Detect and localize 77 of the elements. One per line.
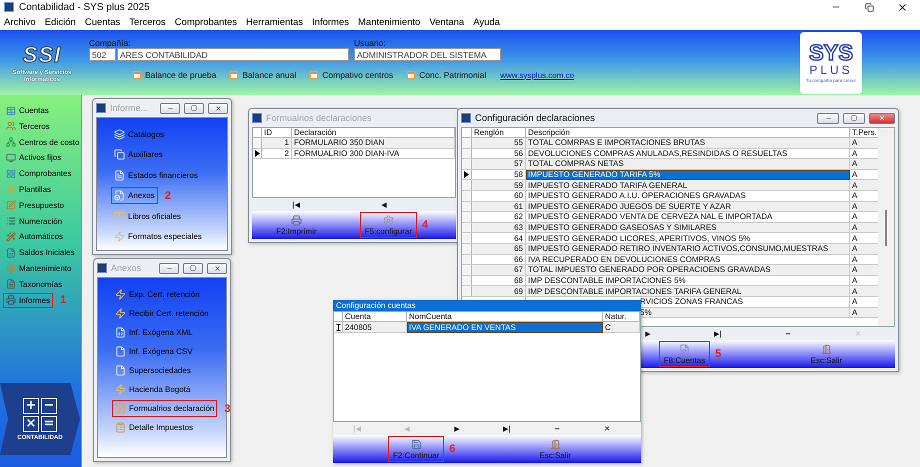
sidebar-item[interactable]: Numeración (3, 214, 66, 229)
menu-item[interactable]: Ventana (429, 16, 464, 28)
column-header[interactable]: Natur. (603, 312, 640, 322)
callout-number: 6 (449, 443, 456, 455)
sidebar-item[interactable]: Presupuesto (3, 198, 67, 213)
menu-item[interactable]: Detalle Impuestos (112, 419, 196, 436)
brand-name: PLUS (809, 64, 853, 78)
menu-item[interactable]: Recibir Cert. retención (112, 305, 212, 322)
menu-item[interactable]: Supersociedades (112, 362, 194, 379)
menu-item[interactable]: Estados financieros (111, 166, 201, 184)
sidebar-item[interactable]: Taxonomías (3, 276, 66, 292)
menu-item[interactable]: Ayuda (473, 16, 500, 28)
window-title: Informe... (110, 103, 150, 113)
column-header[interactable]: Declaración (292, 128, 455, 138)
callout-number: 3 (224, 402, 230, 414)
calculator-key: + (23, 398, 39, 414)
sidebar-item[interactable]: Saldos Iniciales (3, 245, 78, 260)
sidebar-item[interactable]: Plantillas (3, 182, 54, 197)
menu-item[interactable]: Comprobantes (174, 16, 237, 28)
toolbar-button[interactable]: Esc:Salir (806, 341, 848, 367)
table-cell: IMPUESTO GENERADO TARIFA 5% (526, 170, 850, 180)
table-cell: FORMUALRIO 300 DIAN-IVA (292, 148, 455, 159)
menu-item[interactable]: Hacienda Bogotá (112, 381, 194, 398)
callout-number: 4 (422, 219, 428, 231)
calculator-key: − (41, 398, 57, 414)
column-header[interactable]: Descripción (526, 128, 850, 138)
shortcut-link[interactable]: Compativo centros (310, 70, 394, 80)
sidebar-item[interactable]: Terceros (3, 118, 53, 134)
menu-item[interactable]: Inf. Exógena CSV (112, 343, 196, 360)
website-link[interactable]: www.sysplus.com.co (500, 70, 574, 80)
shortcut-link[interactable]: Conc. Patrimonial (407, 70, 486, 80)
field-label: Compañía: (89, 38, 132, 48)
company-code-field[interactable]: 502 (89, 48, 116, 61)
sidebar-item[interactable]: Centros de costo (3, 134, 82, 150)
column-header[interactable]: Cuenta (343, 312, 407, 322)
menu-item[interactable]: Inf. Exógena XML (112, 324, 196, 341)
sidebar-item[interactable]: Mantenimiento (3, 260, 74, 276)
company-name-field[interactable]: ARES CONTABILIDAD (117, 48, 349, 61)
callout-number: 5 (715, 348, 722, 360)
column-header[interactable]: ID (262, 128, 292, 138)
menu-item[interactable]: Auxiliares (111, 146, 166, 164)
user-field[interactable]: ADMINISTRADOR DEL SISTEMA (354, 48, 501, 61)
shortcut-link[interactable]: Balance de prueba (133, 70, 216, 80)
window-title: Anexos (111, 263, 142, 273)
calculator-key: = (41, 416, 57, 432)
window-title: Contabilidad - SYS plus 2025 (19, 2, 151, 12)
menu-item[interactable]: Edición (44, 16, 76, 28)
sidebar-item[interactable]: Comprobantes (3, 166, 74, 182)
field-label: Usuario: (354, 38, 387, 48)
menu-item[interactable]: Informes (312, 16, 349, 28)
menu-item[interactable]: Archivo (4, 16, 36, 28)
window-title: Configuración declaraciones (475, 112, 596, 124)
column-header[interactable]: T.Pers. (850, 128, 880, 138)
toolbar-button[interactable]: Esc:Salir (534, 436, 576, 462)
callout-number: 2 (164, 190, 171, 202)
callout-number: 1 (60, 294, 66, 306)
window-title: Formualrios declaraciones (266, 113, 373, 123)
logo-text: SSI (22, 42, 62, 68)
menu-item[interactable]: Cuentas (84, 16, 120, 28)
menu-item[interactable]: Herramientas (246, 16, 304, 28)
sidebar-item[interactable]: Activos fijos (3, 150, 64, 166)
sidebar-item[interactable]: Cuentas (3, 103, 52, 118)
column-header[interactable]: Renglón (472, 128, 526, 138)
sidebar-item[interactable]: Automáticos (3, 229, 66, 244)
table-cell: C (603, 322, 640, 333)
column-header[interactable]: NomCuenta (407, 312, 603, 322)
menu-item[interactable]: Libros oficiales (111, 208, 184, 225)
menu-item[interactable]: Terceros (129, 16, 166, 28)
brand-name: SYS (808, 42, 854, 64)
shortcut-link[interactable]: Balance anual (230, 70, 296, 80)
menu-item[interactable]: Formatos especiales (111, 228, 205, 245)
menu-item[interactable]: Mantenimiento (358, 16, 420, 28)
window-title: Configuración cuentas (333, 300, 641, 311)
calculator-key: × (23, 416, 39, 432)
toolbar-button[interactable]: F2:Imprimir (271, 212, 322, 238)
table-cell: 2 (262, 148, 292, 159)
table-cell: IVA GENERADO EN VENTAS (407, 322, 603, 333)
